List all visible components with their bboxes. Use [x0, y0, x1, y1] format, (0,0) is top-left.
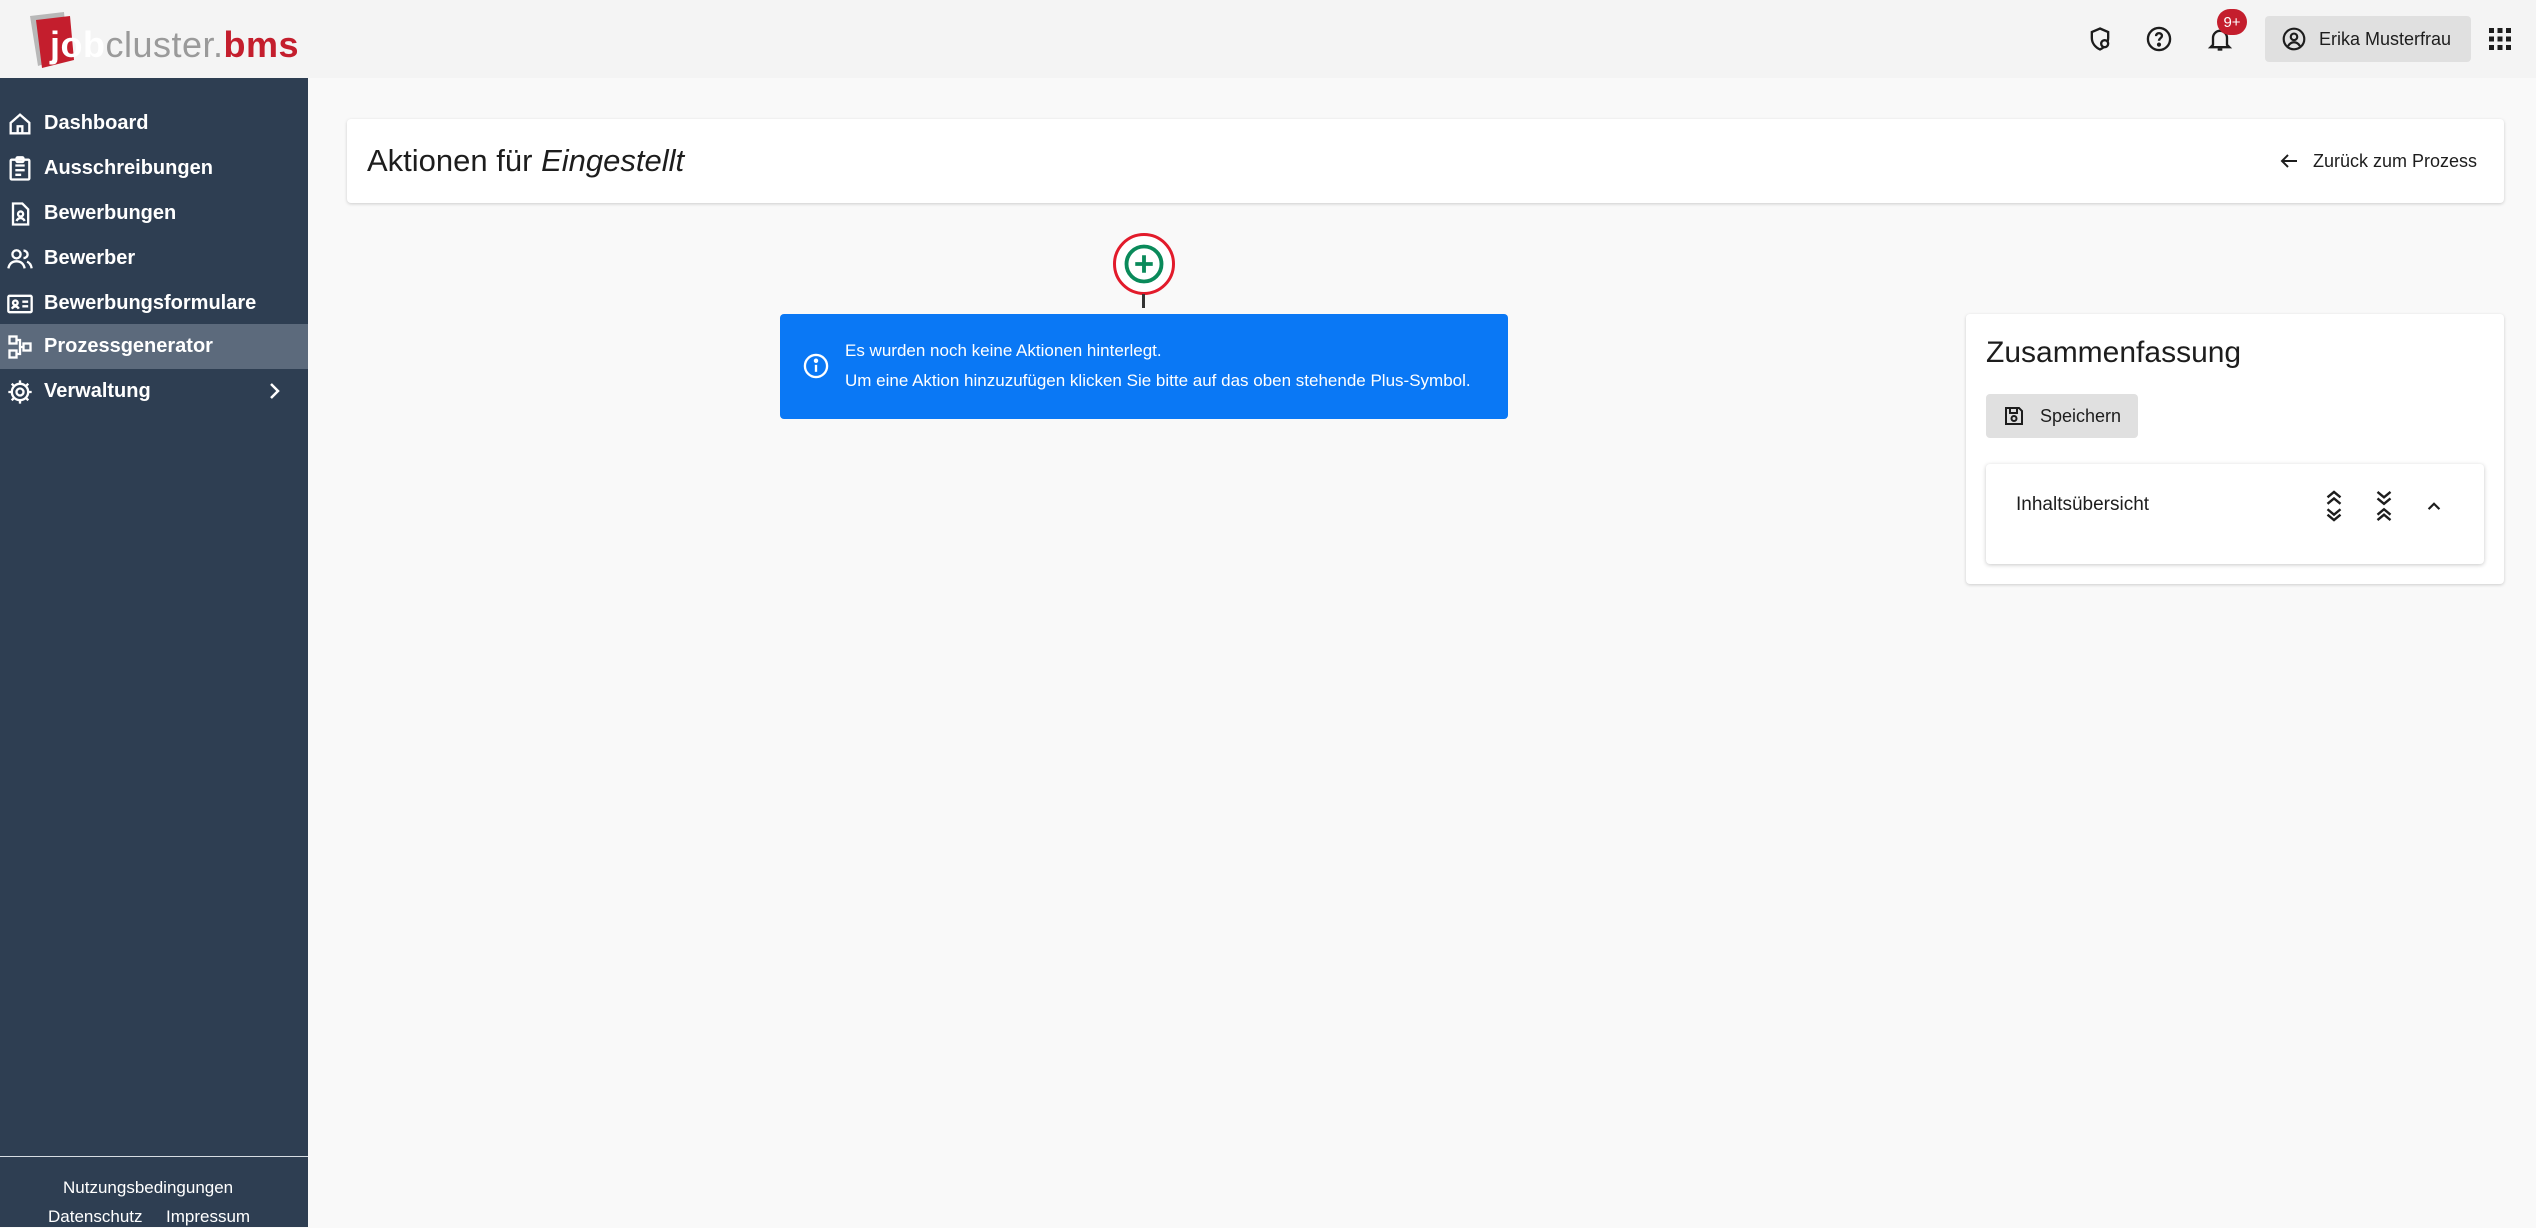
sidebar-item-verwaltung[interactable]: Verwaltung [0, 369, 308, 414]
add-action-button[interactable] [1113, 233, 1175, 295]
sidebar-item-label: Dashboard [44, 112, 149, 134]
terms-link[interactable]: Nutzungsbedingungen [63, 1178, 233, 1198]
toc-title: Inhaltsübersicht [2016, 494, 2150, 515]
sidebar: Dashboard Ausschreibungen Bewerbungen Be… [0, 78, 308, 1227]
sidebar-item-ausschreibungen[interactable]: Ausschreibungen [0, 146, 308, 191]
logo-text: jobcluster.bms [50, 24, 299, 66]
sidebar-item-label: Ausschreibungen [44, 157, 213, 179]
save-button[interactable]: Speichern [1986, 394, 2138, 438]
sidebar-item-label: Prozessgenerator [44, 335, 213, 357]
chevron-up-icon[interactable] [2421, 494, 2447, 520]
sidebar-footer: Nutzungsbedingungen Datenschutz Impressu… [0, 1156, 308, 1228]
save-icon [2005, 407, 2023, 425]
logo-cluster: cluster [105, 24, 214, 65]
expand-all-icon[interactable] [2321, 488, 2347, 524]
title-card: Aktionen für Eingestellt Zurück zum Proz… [347, 119, 2504, 203]
chevron-right-icon [270, 383, 280, 399]
sidebar-item-label: Bewerbungsformulare [44, 292, 257, 314]
info-icon [803, 353, 829, 379]
document-person-icon [11, 201, 30, 226]
home-icon [9, 112, 31, 134]
logo-dot: . [213, 24, 224, 65]
sidebar-item-prozessgenerator[interactable]: Prozessgenerator [0, 324, 308, 369]
back-to-process-button[interactable]: Zurück zum Prozess [2277, 145, 2477, 177]
apps-grid-icon[interactable] [2488, 27, 2512, 51]
user-name: Erika Musterfrau [2319, 28, 2452, 49]
page-title-stage: Eingestellt [541, 143, 685, 178]
summary-title: Zusammenfassung [1986, 336, 2242, 369]
gear-icon [8, 379, 32, 404]
sidebar-item-label: Bewerbungen [44, 202, 177, 224]
privacy-link[interactable]: Datenschutz [48, 1207, 143, 1227]
sidebar-item-bewerbungen[interactable]: Bewerbungen [0, 191, 308, 236]
notice-line-1: Es wurden noch keine Aktionen hinterlegt… [845, 341, 1162, 360]
user-menu-button[interactable]: Erika Musterfrau [2265, 16, 2471, 62]
imprint-link[interactable]: Impressum [166, 1207, 250, 1227]
summary-panel: Zusammenfassung Speichern Inhaltsübersic… [1966, 314, 2504, 584]
page-title: Aktionen für Eingestellt [367, 143, 684, 179]
notification-badge: 9+ [2217, 9, 2247, 35]
flowchart-icon [8, 334, 32, 359]
collapse-all-icon[interactable] [2371, 488, 2397, 524]
logo-job: job [50, 24, 106, 65]
save-label: Speichern [2040, 405, 2122, 426]
clipboard-icon [9, 155, 31, 181]
sidebar-item-bewerbungsformulare[interactable]: Bewerbungsformulare [0, 281, 308, 326]
user-icon [2282, 27, 2306, 51]
plus-circle-icon [1124, 244, 1164, 284]
top-header: jobcluster.bms 9+ Erika Musterfrau [0, 0, 2536, 78]
sidebar-item-bewerber[interactable]: Bewerber [0, 236, 308, 281]
logo[interactable]: jobcluster.bms [24, 10, 299, 70]
sidebar-item-dashboard[interactable]: Dashboard [0, 101, 308, 146]
notice-line-2: Um eine Aktion hinzuzufügen klicken Sie … [845, 371, 1471, 390]
empty-actions-notice: Es wurden noch keine Aktionen hinterlegt… [780, 314, 1508, 419]
id-card-icon [7, 294, 33, 313]
page-title-prefix: Aktionen für [367, 143, 533, 178]
sidebar-item-label: Verwaltung [44, 380, 151, 402]
shield-settings-icon[interactable] [2083, 22, 2117, 56]
toc-card: Inhaltsübersicht [1986, 464, 2484, 564]
people-icon [7, 248, 33, 269]
help-icon[interactable] [2142, 22, 2176, 56]
sidebar-item-label: Bewerber [44, 247, 136, 269]
logo-bms: bms [223, 24, 300, 65]
add-action-connector [1142, 294, 1145, 308]
back-to-process-label: Zurück zum Prozess [2313, 150, 2478, 171]
arrow-left-icon [2280, 154, 2297, 168]
